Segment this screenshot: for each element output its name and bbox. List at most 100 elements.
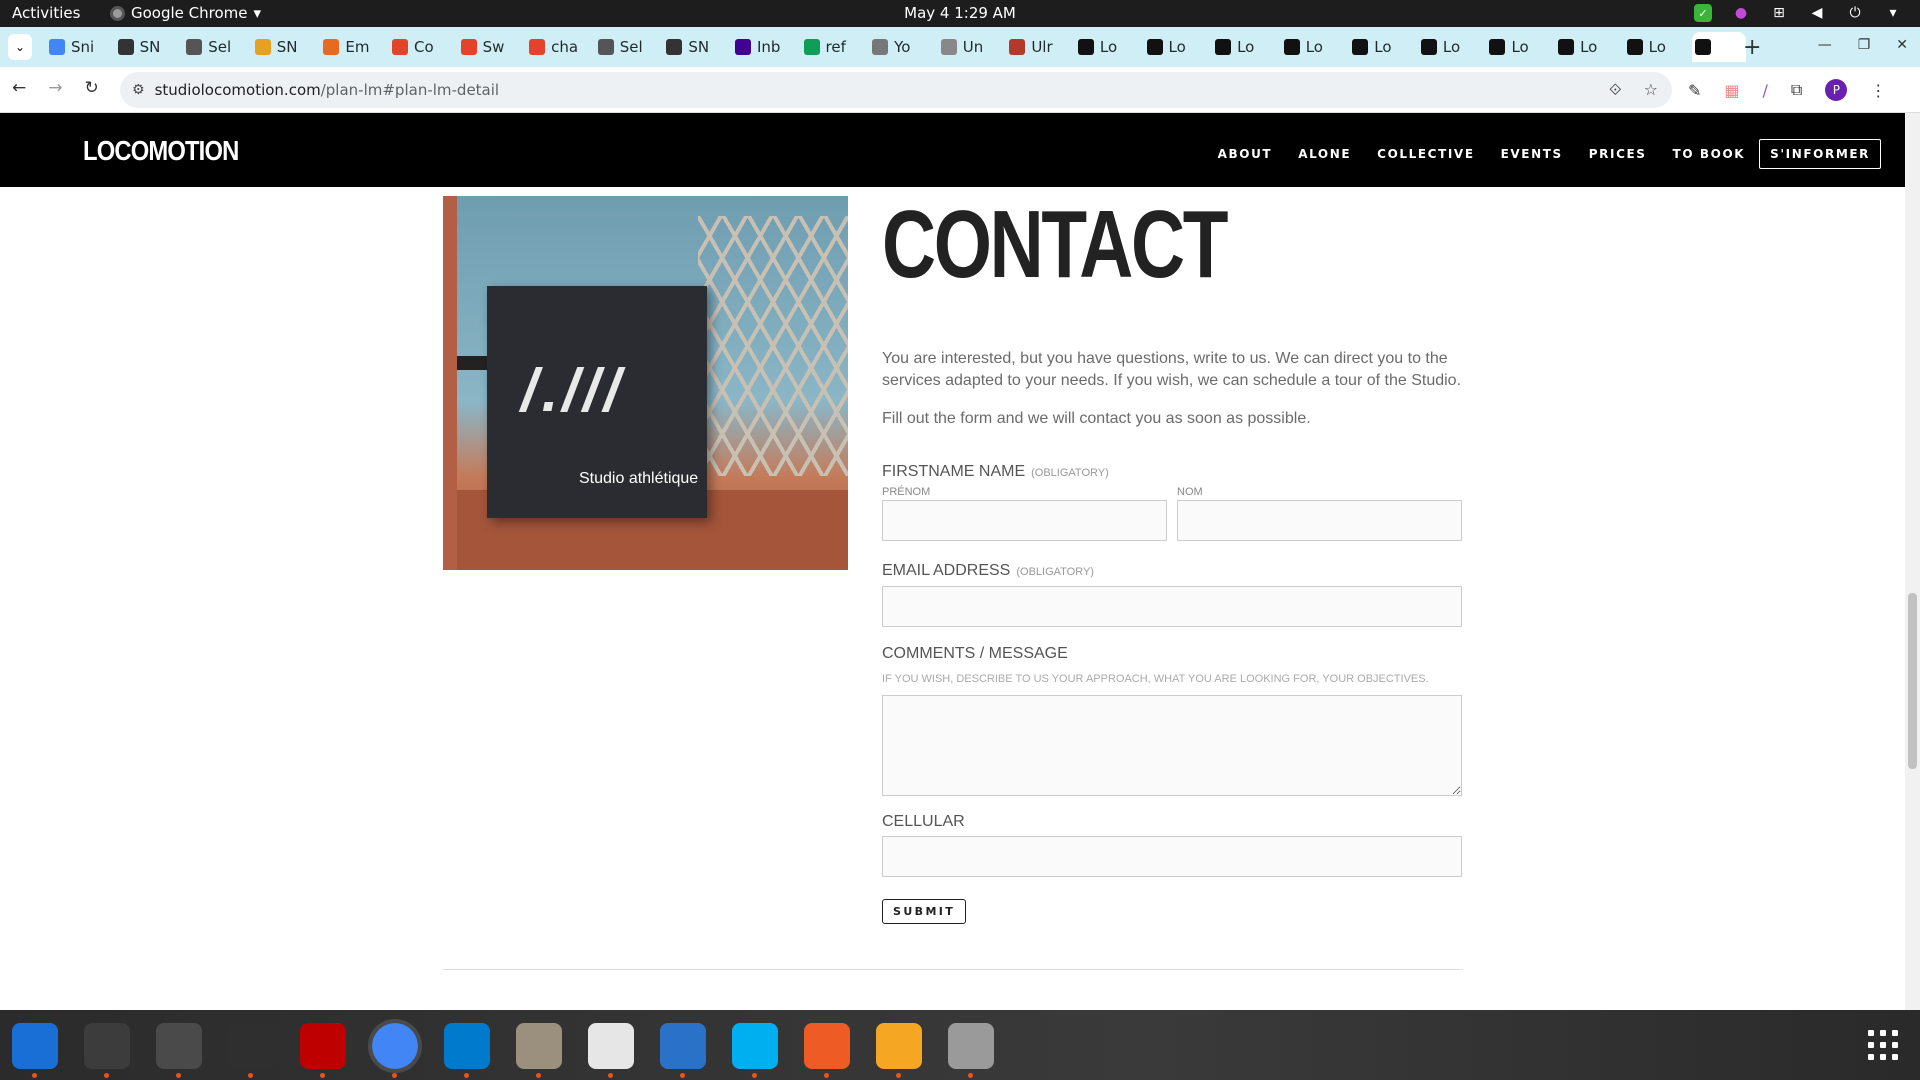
tab-label: SN bbox=[139, 38, 161, 56]
clock[interactable]: May 4 1:29 AM bbox=[0, 4, 1920, 22]
thunderbird-icon[interactable] bbox=[12, 1023, 58, 1078]
postman-icon[interactable] bbox=[804, 1023, 850, 1078]
running-indicator bbox=[320, 1073, 325, 1078]
browser-tab[interactable]: Co bbox=[389, 32, 458, 62]
browser-tab[interactable]: cha bbox=[526, 32, 595, 62]
running-indicator bbox=[824, 1073, 829, 1078]
tab-label: Lo bbox=[1442, 38, 1461, 56]
caret-down-icon[interactable]: ▾ bbox=[1884, 4, 1902, 22]
close-window-icon[interactable]: ✕ bbox=[1896, 37, 1908, 53]
page-scrollbar[interactable] bbox=[1905, 113, 1920, 1010]
translate-icon[interactable]: ⟐ bbox=[1609, 80, 1622, 100]
skype-icon[interactable] bbox=[732, 1023, 778, 1078]
browser-tab[interactable]: SN bbox=[663, 32, 732, 62]
libreoffice-writer-icon[interactable] bbox=[660, 1023, 706, 1078]
browser-tab[interactable]: Lo bbox=[1418, 32, 1487, 62]
extension-pen-icon[interactable]: / bbox=[1763, 81, 1768, 100]
reload-icon[interactable]: ↻ bbox=[85, 78, 99, 98]
nav-prices[interactable]: PRICES bbox=[1589, 147, 1647, 161]
scrollbar-thumb[interactable] bbox=[1908, 593, 1917, 769]
browser-tab[interactable]: ref bbox=[801, 32, 870, 62]
disk-utility-icon[interactable] bbox=[948, 1023, 994, 1078]
browser-tab[interactable]: Lo bbox=[1624, 32, 1693, 62]
new-tab-button[interactable]: + bbox=[1743, 35, 1761, 60]
tab-search-button[interactable]: ⌄ bbox=[8, 34, 32, 60]
browser-tab[interactable]: SN bbox=[252, 32, 321, 62]
message-textarea[interactable] bbox=[882, 695, 1462, 796]
locomotion-icon bbox=[1558, 39, 1575, 55]
browser-tab[interactable]: Ulr bbox=[1006, 32, 1075, 62]
message-field-group: COMMENTS / MESSAGE IF YOU WISH, DESCRIBE… bbox=[882, 645, 1462, 796]
browser-tab[interactable]: Lo bbox=[1349, 32, 1418, 62]
terminal-icon[interactable] bbox=[84, 1023, 130, 1078]
nav-about[interactable]: ABOUT bbox=[1218, 147, 1273, 161]
contact-title: CONTACT bbox=[882, 191, 1228, 298]
browser-tab[interactable]: Lo bbox=[1212, 32, 1281, 62]
site-info-icon[interactable]: ⚙ bbox=[132, 82, 145, 98]
forward-icon[interactable]: → bbox=[48, 78, 62, 98]
browser-tab[interactable]: Sw bbox=[458, 32, 527, 62]
browser-tab[interactable]: Lo bbox=[1555, 32, 1624, 62]
submit-button[interactable]: SUBMIT bbox=[882, 899, 967, 924]
nav-to-book[interactable]: TO BOOK bbox=[1673, 147, 1746, 161]
browser-tab[interactable]: Sni bbox=[46, 32, 115, 62]
gitlab-icon bbox=[460, 39, 477, 55]
extension-calendar-icon[interactable]: ▦ bbox=[1724, 81, 1739, 100]
gitlab-icon bbox=[529, 39, 546, 55]
system-tray[interactable]: ✓ ● ⊞ ◀ ⏻ ▾ bbox=[1694, 4, 1902, 22]
browser-tab[interactable]: Un bbox=[938, 32, 1007, 62]
browser-tab[interactable]: Lo bbox=[1281, 32, 1350, 62]
firstname-input[interactable] bbox=[882, 500, 1167, 541]
locomotion-icon bbox=[1077, 39, 1094, 55]
browser-tab[interactable]: Em bbox=[320, 32, 389, 62]
email-input[interactable] bbox=[882, 586, 1462, 627]
address-bar[interactable]: ⚙ studiolocomotion.com /plan-lm#plan-lm-… bbox=[120, 72, 1672, 108]
network-icon[interactable]: ⊞ bbox=[1770, 4, 1788, 22]
vscode-icon[interactable] bbox=[444, 1023, 490, 1078]
profile-avatar[interactable]: P bbox=[1825, 79, 1848, 101]
browser-tab[interactable]: Sel bbox=[595, 32, 664, 62]
filezilla-icon[interactable] bbox=[300, 1023, 346, 1078]
eyedropper-icon[interactable]: ✎ bbox=[1688, 81, 1701, 100]
site-logo[interactable]: LOCOMOTION bbox=[83, 135, 239, 167]
lastname-input[interactable] bbox=[1177, 500, 1462, 541]
browser-tab[interactable]: Lo bbox=[1486, 32, 1555, 62]
back-icon[interactable]: ← bbox=[12, 78, 26, 98]
browser-tab[interactable]: Inb bbox=[732, 32, 801, 62]
browser-tab[interactable]: SN bbox=[115, 32, 184, 62]
flame-icon[interactable] bbox=[876, 1023, 922, 1078]
running-indicator bbox=[104, 1073, 109, 1078]
extension-status-icon[interactable]: ● bbox=[1732, 4, 1750, 22]
chrome-icon[interactable] bbox=[368, 1019, 422, 1078]
nav-collective[interactable]: COLLECTIVE bbox=[1377, 147, 1474, 161]
calculator-icon[interactable] bbox=[156, 1023, 202, 1078]
update-check-icon[interactable]: ✓ bbox=[1694, 4, 1712, 22]
tab-label: Co bbox=[413, 38, 434, 56]
show-apps-icon[interactable] bbox=[1868, 1030, 1898, 1060]
contact-intro-2: Fill out the form and we will contact yo… bbox=[882, 410, 1311, 427]
nav-alone[interactable]: ALONE bbox=[1298, 147, 1351, 161]
browser-tab[interactable]: Lo bbox=[1075, 32, 1144, 62]
url-host: studiolocomotion.com bbox=[154, 81, 321, 99]
volume-icon[interactable]: ◀ bbox=[1808, 4, 1826, 22]
chrome-menu-icon[interactable]: ⋮ bbox=[1870, 81, 1886, 100]
minimize-icon[interactable]: — bbox=[1818, 37, 1832, 53]
tab-label: Lo bbox=[1648, 38, 1666, 56]
restore-icon[interactable]: ❐ bbox=[1858, 37, 1871, 53]
nav-events[interactable]: EVENTS bbox=[1501, 147, 1563, 161]
files-icon[interactable] bbox=[516, 1023, 562, 1078]
browser-tab[interactable]: Yo bbox=[869, 32, 938, 62]
cellular-input[interactable] bbox=[882, 836, 1462, 877]
extensions-puzzle-icon[interactable]: ⧉ bbox=[1791, 80, 1802, 100]
active-tab[interactable]: ✕ bbox=[1692, 32, 1747, 62]
browser-tab[interactable]: Lo bbox=[1144, 32, 1213, 62]
system-monitor-icon[interactable] bbox=[228, 1023, 274, 1078]
sinformer-button[interactable]: S'INFORMER bbox=[1759, 139, 1881, 169]
name-label: FIRSTNAME NAME (OBLIGATORY) bbox=[882, 463, 1462, 481]
browser-tab[interactable]: Sel bbox=[183, 32, 252, 62]
system-top-bar: Activities Google Chrome ▾ May 4 1:29 AM… bbox=[0, 0, 1920, 27]
power-icon[interactable]: ⏻ bbox=[1846, 4, 1864, 22]
running-indicator bbox=[536, 1073, 541, 1078]
bookmark-star-icon[interactable]: ☆ bbox=[1644, 80, 1658, 100]
text-editor-icon[interactable] bbox=[588, 1023, 634, 1078]
